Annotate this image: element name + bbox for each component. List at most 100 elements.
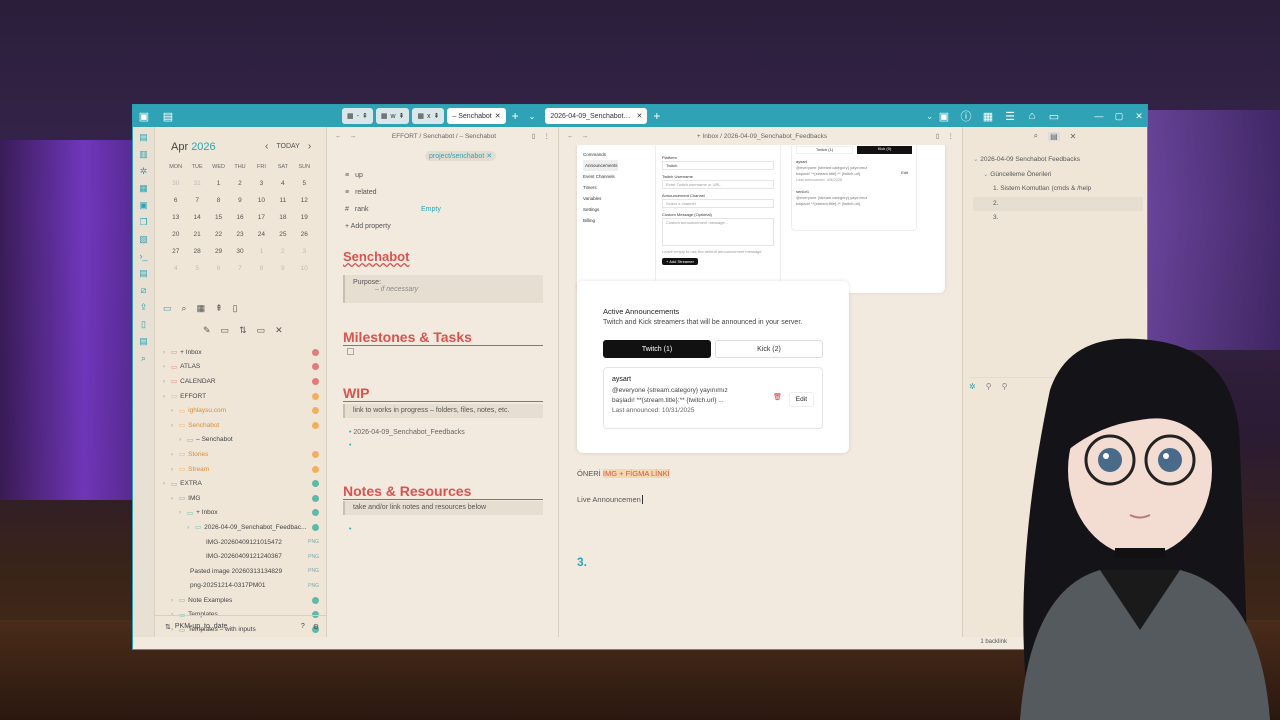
minimize-button[interactable]: — — [1089, 111, 1109, 121]
property-up[interactable]: ≡ up — [327, 167, 559, 184]
calendar-day[interactable]: 1 — [251, 246, 272, 258]
calendar-day[interactable]: 2 — [229, 178, 250, 190]
chevron-left-icon[interactable]: ‹ — [265, 141, 268, 152]
calendar-day[interactable]: 22 — [208, 229, 229, 241]
canvas-icon[interactable]: ▦ — [138, 182, 150, 194]
chevron-right-icon[interactable]: › — [171, 495, 179, 502]
calendar-day[interactable]: 6 — [165, 195, 186, 207]
calendar-day[interactable]: 8 — [208, 195, 229, 207]
search-icon[interactable]: ⌕ — [138, 352, 150, 364]
calendar-day[interactable]: 3 — [251, 178, 272, 190]
tree-item[interactable]: › ▭ Senchabot — [163, 418, 323, 433]
today-button[interactable]: TODAY — [276, 143, 299, 150]
calendar-day[interactable]: 28 — [186, 246, 207, 258]
calendar-day[interactable]: 21 — [186, 229, 207, 241]
chevron-down-icon[interactable]: ⌄ — [926, 112, 933, 121]
tab-pinned-1[interactable]: ▦ - ⇞ — [342, 108, 373, 124]
chevron-right-icon[interactable]: › — [171, 407, 179, 414]
calendar-icon[interactable]: ▣ — [138, 199, 150, 211]
chevron-right-icon[interactable]: › — [171, 422, 179, 429]
chevron-right-icon[interactable]: › — [163, 363, 171, 370]
task-checkbox[interactable] — [347, 348, 354, 355]
calendar-day[interactable]: 8 — [251, 263, 272, 275]
tag-chip[interactable]: project/senchabot ✕ — [425, 151, 497, 161]
breadcrumb[interactable]: + Inbox / 2026-04-09_Senchabot_Feedbacks — [596, 133, 928, 140]
calendar-day[interactable]: 3 — [294, 246, 315, 258]
close-icon[interactable]: ✕ — [1070, 132, 1077, 141]
calendar-day[interactable]: 1 — [208, 178, 229, 190]
chevron-right-icon[interactable]: › — [163, 393, 171, 400]
calendar-day[interactable]: 7 — [229, 263, 250, 275]
calendar-day[interactable]: 13 — [165, 212, 186, 224]
calendar-day[interactable]: 17 — [251, 212, 272, 224]
more-options-icon[interactable]: ⋮ — [544, 132, 551, 140]
tree-item[interactable]: Pasted image 20260313134829 PNG — [163, 564, 323, 579]
tree-item[interactable]: › ▭ EFFORT — [163, 389, 323, 404]
tree-item[interactable]: png-20251214-0317PM01 PNG — [163, 579, 323, 594]
tree-item[interactable]: › ▭ 2026-04-09_Senchabot_Feedbac... — [163, 520, 323, 535]
calendar-day[interactable]: 18 — [272, 212, 293, 224]
calendar-day[interactable]: 15 — [208, 212, 229, 224]
more-options-icon[interactable]: ⋮ — [948, 132, 955, 140]
back-icon[interactable]: ← — [567, 133, 574, 140]
tree-item[interactable]: › ▭ – Senchabot — [163, 433, 323, 448]
forward-icon[interactable]: → — [350, 133, 357, 140]
tab-pinned-2[interactable]: ▦ w ⇞ — [375, 108, 410, 124]
info-icon[interactable]: ⓘ — [955, 105, 977, 127]
breadcrumb[interactable]: EFFORT / Senchabot / – Senchabot — [364, 133, 524, 140]
calendar-day[interactable]: 11 — [272, 195, 293, 207]
calendar-day[interactable]: 5 — [186, 263, 207, 275]
outline-item[interactable]: 2. — [973, 196, 1143, 211]
calendar-day[interactable]: 29 — [208, 246, 229, 258]
chevron-right-icon[interactable]: › — [163, 349, 171, 356]
calendar-day[interactable]: 25 — [272, 229, 293, 241]
property-value[interactable]: Empty — [421, 206, 441, 213]
tab-feedbacks[interactable]: 2026-04-09_Senchabot_Feed...✕ — [545, 108, 648, 124]
tab-senchabot[interactable]: – Senchabot ✕ — [447, 108, 506, 124]
calendar-day[interactable]: 7 — [186, 195, 207, 207]
live-line[interactable]: Live Announcemen — [577, 495, 643, 504]
terminal-icon[interactable]: ›_ — [138, 250, 150, 262]
property-rank[interactable]: # rank Empty — [327, 201, 559, 218]
tree-item[interactable]: › ▭ + Inbox — [163, 506, 323, 521]
pin-icon[interactable]: ⇞ — [215, 303, 223, 314]
calendar-day[interactable]: 4 — [165, 263, 186, 275]
close-icon[interactable]: ✕ — [495, 112, 501, 120]
calendar-day[interactable]: 27 — [165, 246, 186, 258]
files-icon[interactable]: ▤ — [138, 131, 150, 143]
reading-mode-icon[interactable]: ▯ — [936, 132, 940, 140]
chevron-right-icon[interactable]: › — [171, 466, 179, 473]
calendar-day[interactable]: 19 — [294, 212, 315, 224]
forward-icon[interactable]: → — [582, 133, 589, 140]
outline-item[interactable]: ⌄ Güncelleme Önerileri — [973, 168, 1143, 183]
calendar-day[interactable]: 10 — [294, 263, 315, 275]
wip-link[interactable]: • 2026-04-09_Senchabot_Feedbacks — [349, 429, 465, 436]
chevron-right-icon[interactable]: › — [308, 141, 311, 152]
collapse-icon[interactable]: ▭ — [257, 325, 266, 336]
outline-icon[interactable]: ▤ — [1048, 131, 1060, 141]
chevron-right-icon[interactable]: › — [187, 524, 195, 531]
calendar-day[interactable]: 12 — [294, 195, 315, 207]
reading-mode-icon[interactable]: ▯ — [532, 132, 536, 140]
graph-icon[interactable]: ✲ — [138, 165, 150, 177]
calendar-day[interactable]: 30 — [165, 178, 186, 190]
template-icon[interactable]: ▧ — [138, 233, 150, 245]
calendar-day[interactable]: 4 — [272, 178, 293, 190]
grid-icon[interactable]: ▦ — [977, 105, 999, 127]
calendar-day[interactable]: 5 — [294, 178, 315, 190]
property-related[interactable]: ≡ related — [327, 184, 559, 201]
help-icon[interactable]: ? — [301, 623, 305, 630]
tree-item[interactable]: › ▭ ighlaysu.com — [163, 403, 323, 418]
calendar-day[interactable]: 14 — [186, 212, 207, 224]
database-icon[interactable]: ▤ — [138, 335, 150, 347]
outline-item[interactable]: ⌄ 2026-04-09 Senchabot Feedbacks — [973, 153, 1143, 168]
close-icon[interactable]: ✕ — [275, 325, 283, 336]
vault-name[interactable]: PKM-up_to_date — [175, 623, 228, 630]
folder-icon[interactable]: ▭ — [163, 303, 172, 314]
book-icon[interactable]: ▯ — [138, 318, 150, 330]
slash-icon[interactable]: ⧄ — [138, 284, 150, 296]
search-icon[interactable]: ⌕ — [1034, 131, 1038, 141]
chevron-right-icon[interactable]: › — [163, 378, 171, 385]
upload-icon[interactable]: ⇪ — [138, 301, 150, 313]
right-sidebar-toggle-icon[interactable]: ▣ — [933, 105, 955, 127]
